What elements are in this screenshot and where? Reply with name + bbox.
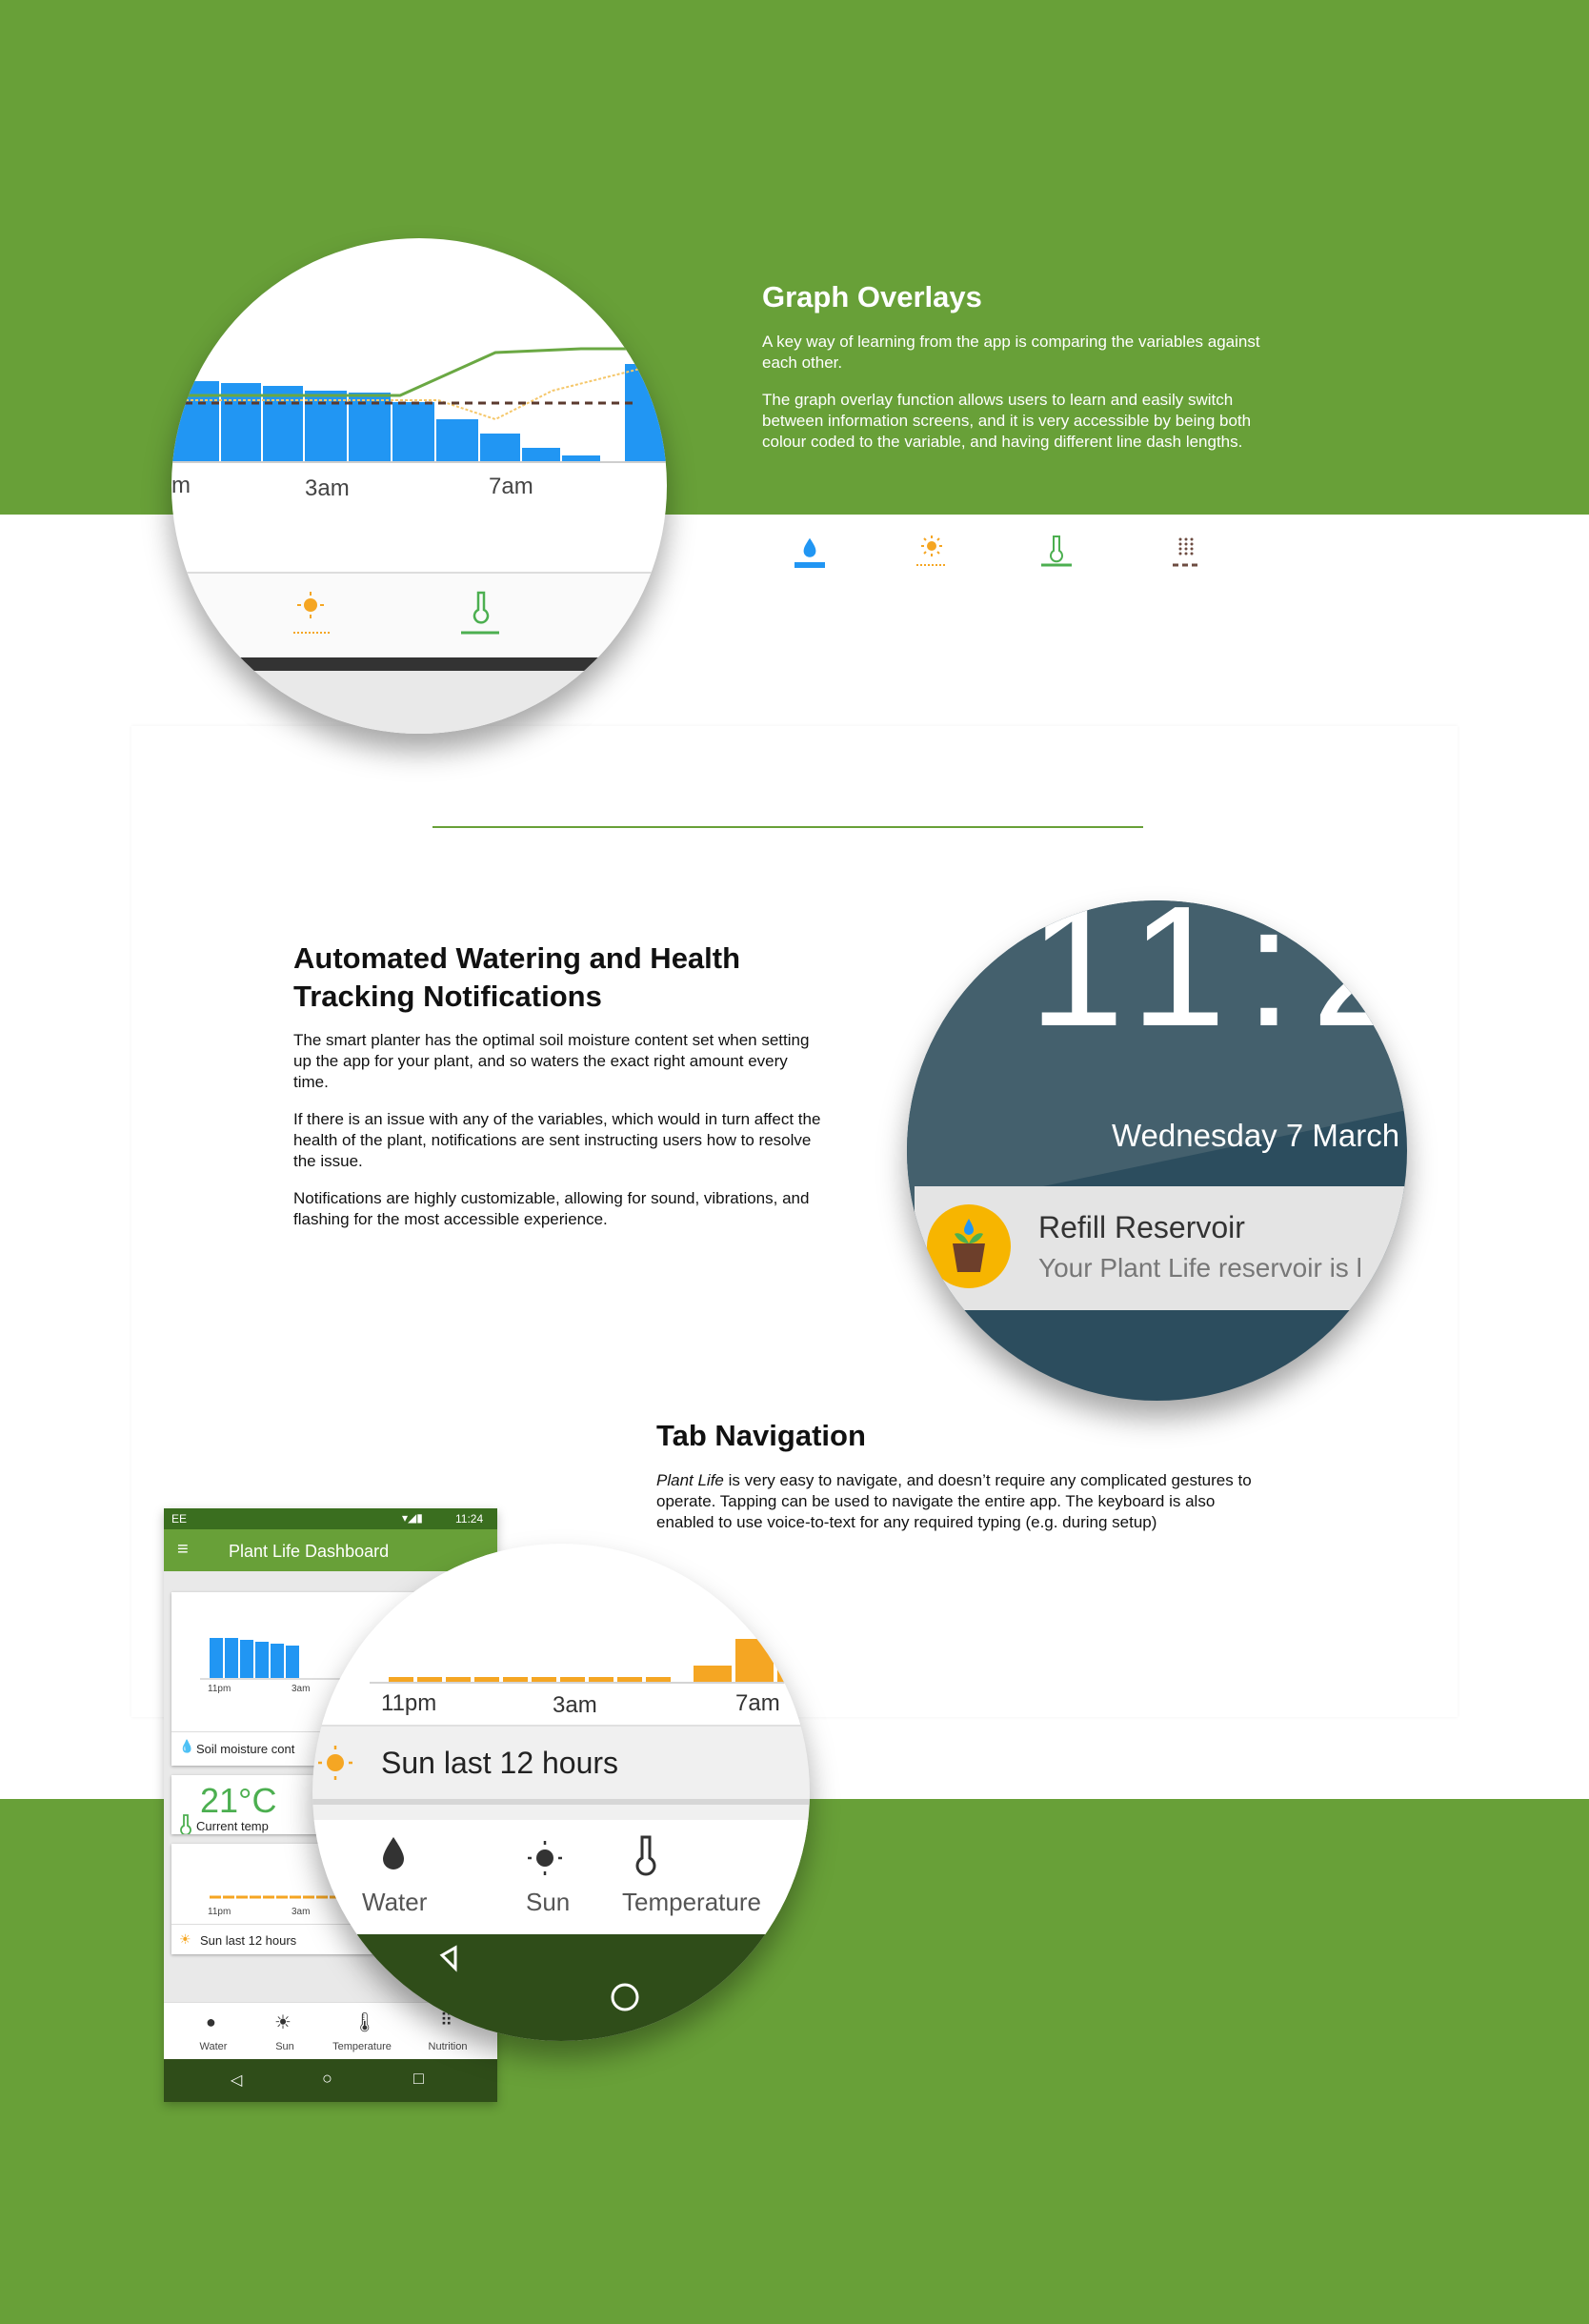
plant-life-italic: Plant Life (656, 1471, 724, 1489)
phone-zoom-magnifier: 11pm 3am 7am Sun last 12 hours Water Sun… (312, 1544, 810, 2041)
notifications-title-line2: Tracking Notifications (293, 980, 602, 1013)
home-icon[interactable]: ○ (322, 2069, 332, 2089)
tick-label: 3am (553, 1692, 597, 1718)
temperature-label: Current temp (196, 1819, 269, 1833)
sun-icon: ☀ (179, 1931, 191, 1947)
lock-date: Wednesday 7 March (1112, 1118, 1400, 1153)
nutrition-legend-icon[interactable] (1167, 534, 1205, 572)
moisture-bars (171, 364, 667, 461)
nav-temperature: Temperature (622, 1888, 761, 1916)
tick-label: 7am (735, 1690, 780, 1716)
sun-zoom-label: Sun last 12 hours (381, 1746, 618, 1780)
sun-label: Sun last 12 hours (200, 1933, 297, 1948)
water-drop-icon: 💧 (179, 1739, 195, 1753)
water-drop-legend-icon[interactable] (791, 534, 829, 572)
thermometer-icon (180, 1814, 191, 1834)
tick-label: 3am (292, 1684, 310, 1694)
nav-sun: Sun (526, 1888, 570, 1916)
notification-card[interactable]: Refill Reservoir Your Plant Life reservo… (915, 1186, 1407, 1310)
water-tab-icon[interactable]: ● (206, 2012, 216, 2032)
tick-label: 11pm (208, 1684, 231, 1694)
soil-moisture-label: Soil moisture cont (196, 1742, 295, 1756)
tick-label: 3am (292, 1907, 310, 1917)
notification-title: Refill Reservoir (1038, 1210, 1245, 1244)
temperature-tab-icon[interactable]: 🌡 (352, 2011, 376, 2034)
graph-overlays-para1: A key way of learning from the app is co… (762, 333, 1260, 372)
tick-label: 11pm (381, 1690, 436, 1716)
app-title: Plant Life Dashboard (229, 1542, 390, 1561)
overlay-graph: m 3am 7am (171, 347, 667, 734)
nav-label-sun[interactable]: Sun (247, 2041, 323, 2052)
tick-label: 7am (489, 474, 533, 499)
tab-navigation-title: Tab Navigation (656, 1419, 866, 1452)
tick-label: 11pm (208, 1907, 231, 1917)
status-time: 11:24 (455, 1512, 484, 1526)
nav-label-water[interactable]: Water (175, 2041, 251, 2052)
tick-label: m (171, 473, 191, 498)
nav-label-temperature[interactable]: Temperature (324, 2041, 400, 2052)
tick-label: 3am (305, 475, 350, 501)
nav-label-nutrition[interactable]: Nutrition (410, 2041, 486, 2052)
tab-navigation-para-rest: is very easy to navigate, and doesn’t re… (656, 1471, 1252, 1531)
sun-legend-icon[interactable] (913, 534, 951, 572)
graph-overlay-magnifier: m 3am 7am (171, 238, 667, 734)
notifications-para2: If there is an issue with any of the var… (293, 1110, 821, 1170)
system-navigation: ◁ ○ □ (164, 2059, 497, 2102)
graph-overlays-para2: The graph overlay function allows users … (762, 391, 1252, 451)
app-bar: ≡ Plant Life Dashboard (164, 1529, 497, 1571)
graph-overlays-title: Graph Overlays (762, 280, 982, 313)
tab-navigation-para: Plant Life is very easy to navigate, and… (656, 1470, 1276, 1533)
back-icon[interactable]: ◁ (231, 2071, 242, 2090)
lock-clock: 11:2 (1029, 900, 1407, 1062)
notifications-para3: Notifications are highly customizable, a… (293, 1189, 810, 1228)
plant-pot-icon (927, 1204, 1011, 1288)
sun-label-icon (318, 1746, 352, 1780)
lockscreen-magnifier: 11:2 Wednesday 7 March Refill Reservoir … (907, 900, 1407, 1401)
section-divider (432, 826, 1143, 828)
notification-body: Your Plant Life reservoir is l (1038, 1253, 1362, 1283)
moisture-mini-bars (210, 1638, 299, 1678)
status-bar: EE ▾◢▮ 11:24 (164, 1508, 497, 1529)
notifications-para1: The smart planter has the optimal soil m… (293, 1031, 810, 1091)
temperature-value: 21°C (200, 1781, 277, 1820)
sun-tab-icon[interactable]: ☀ (274, 2011, 292, 2034)
carrier-label: EE (171, 1512, 188, 1526)
thermometer-legend-icon[interactable] (1037, 534, 1076, 572)
nav-water: Water (362, 1888, 428, 1916)
notifications-title-line1: Automated Watering and Health (293, 941, 741, 975)
menu-icon[interactable]: ≡ (177, 1539, 189, 1561)
recents-icon[interactable]: □ (413, 2069, 424, 2089)
status-icons: ▾◢▮ (402, 1511, 423, 1525)
